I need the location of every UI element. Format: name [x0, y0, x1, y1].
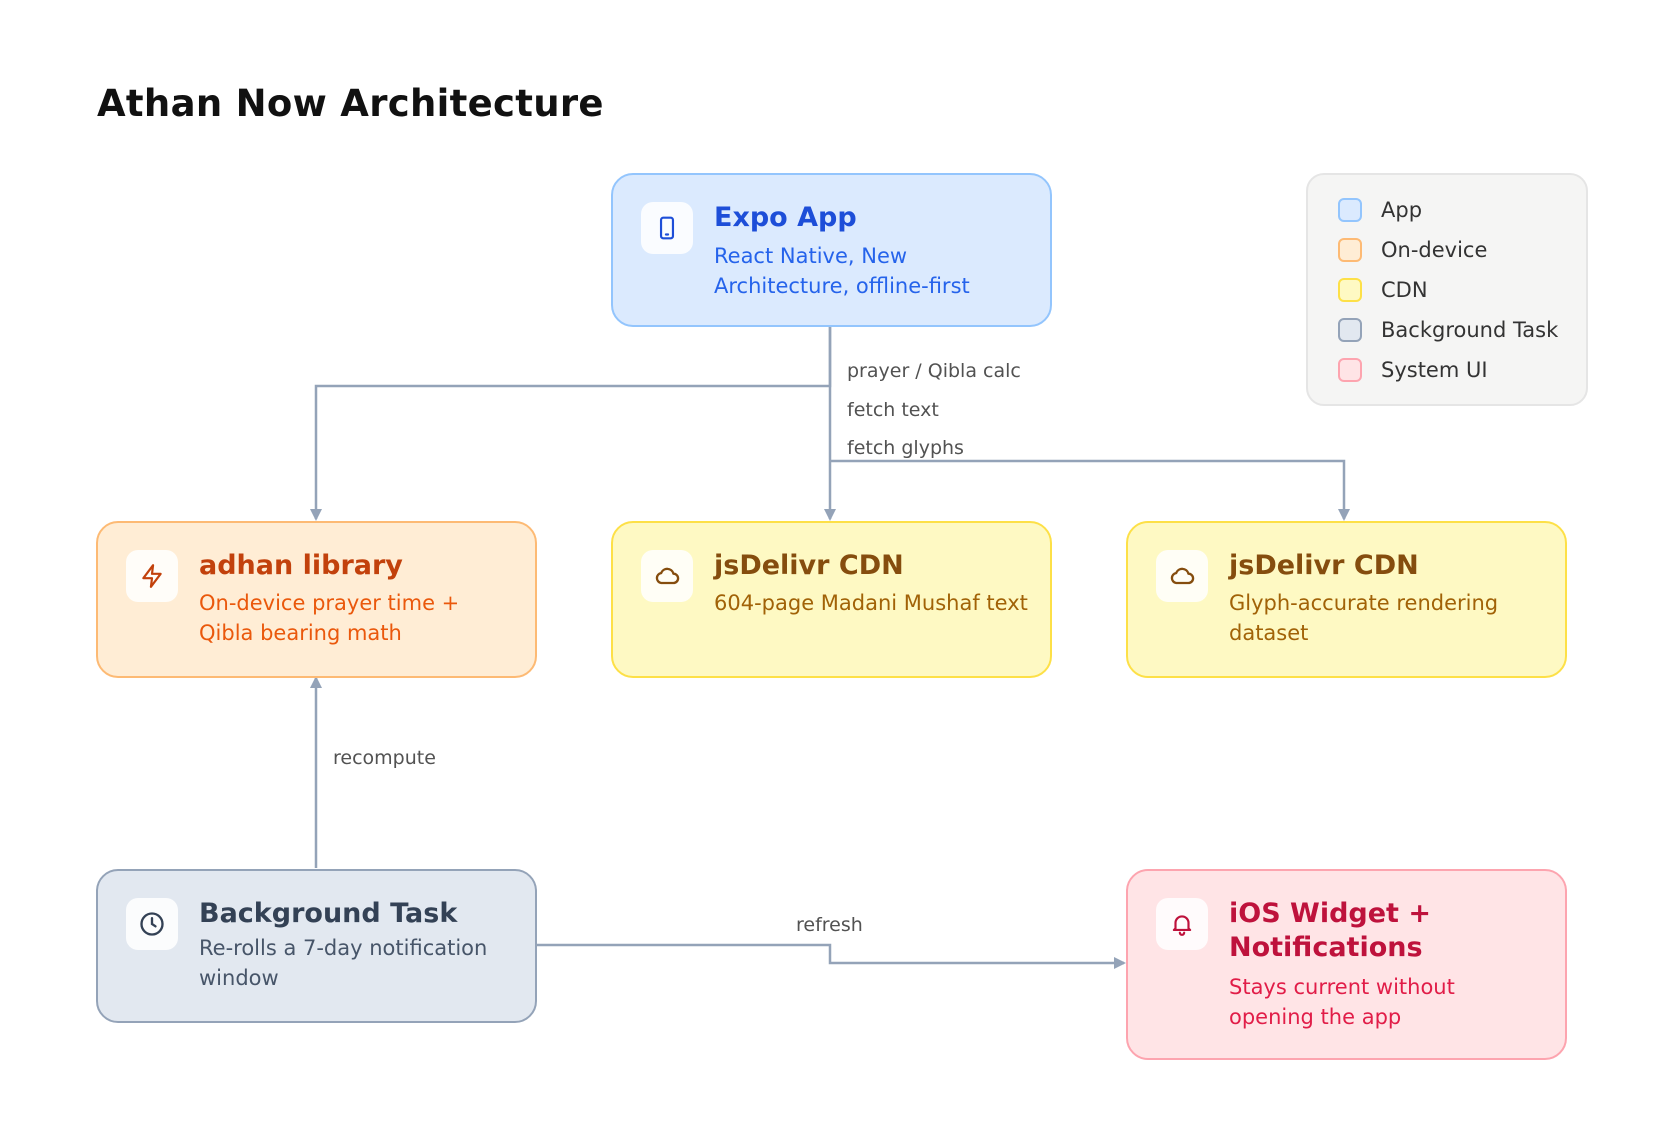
edge-label-refresh: refresh [796, 914, 863, 936]
smartphone-icon [641, 202, 693, 254]
legend-label: System UI [1381, 358, 1488, 382]
node-description: Stays current without opening the app [1229, 975, 1455, 1029]
node-ios-widget[interactable]: iOS Widget + Notifications Stays current… [1126, 869, 1567, 1060]
node-description: On-device prayer time + Qibla bearing ma… [199, 591, 460, 645]
legend-label: CDN [1381, 278, 1428, 302]
lightning-icon [126, 550, 178, 602]
legend: App On-device CDN Background Task System… [1306, 173, 1588, 406]
node-expo-app[interactable]: Expo App React Native, New Architecture,… [611, 173, 1052, 327]
node-cdn-text[interactable]: jsDelivr CDN 604-page Madani Mushaf text [611, 521, 1052, 678]
legend-swatch [1338, 238, 1362, 262]
edge-label-prayer-qibla-calc: prayer / Qibla calc [847, 360, 1021, 382]
legend-label: App [1381, 198, 1423, 222]
legend-swatch [1338, 318, 1362, 342]
node-title: iOS Widget + Notifications [1229, 898, 1431, 963]
edge-label-recompute: recompute [333, 747, 436, 769]
legend-item-on-device: On-device [1338, 236, 1487, 264]
node-description: Re-rolls a 7-day notification window [199, 936, 488, 990]
legend-item-system-ui: System UI [1338, 356, 1488, 384]
node-title: jsDelivr CDN [714, 550, 904, 581]
bell-icon [1156, 898, 1208, 950]
legend-label: Background Task [1381, 318, 1559, 342]
legend-item-background-task: Background Task [1338, 316, 1558, 344]
edge-task-to-widget [537, 943, 1126, 969]
edge-label-fetch-text: fetch text [847, 399, 939, 421]
edge-label-fetch-glyphs: fetch glyphs [847, 437, 964, 459]
edge-app-to-adhan [310, 327, 832, 521]
edge-app-to-cdn-glyphs [830, 459, 1350, 521]
node-title: Background Task [199, 898, 458, 929]
legend-item-cdn: CDN [1338, 276, 1428, 304]
legend-swatch [1338, 278, 1362, 302]
node-adhan-library[interactable]: adhan library On-device prayer time + Qi… [96, 521, 537, 678]
clock-icon [126, 898, 178, 950]
cloud-icon [1156, 550, 1208, 602]
node-title: adhan library [199, 550, 403, 581]
node-cdn-glyphs[interactable]: jsDelivr CDN Glyph-accurate rendering da… [1126, 521, 1567, 678]
node-description: Glyph-accurate rendering dataset [1229, 591, 1499, 645]
node-background-task[interactable]: Background Task Re-rolls a 7-day notific… [96, 869, 537, 1023]
legend-swatch [1338, 358, 1362, 382]
node-title: Expo App [714, 202, 857, 233]
legend-item-app: App [1338, 196, 1422, 224]
legend-label: On-device [1381, 238, 1488, 262]
node-description: React Native, New Architecture, offline-… [714, 244, 970, 298]
node-description: 604-page Madani Mushaf text [714, 591, 1028, 615]
cloud-icon [641, 550, 693, 602]
legend-swatch [1338, 198, 1362, 222]
node-title: jsDelivr CDN [1229, 550, 1419, 581]
